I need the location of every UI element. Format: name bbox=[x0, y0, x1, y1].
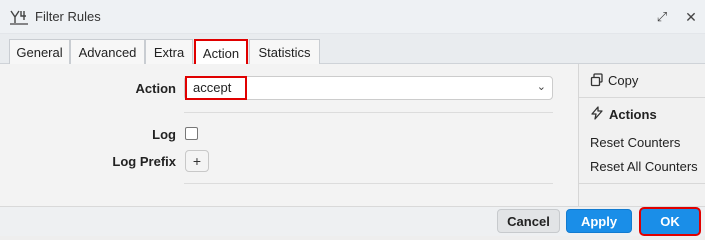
filter-rules-icon bbox=[10, 10, 28, 25]
tab-advanced-label: Advanced bbox=[78, 45, 137, 60]
tab-action[interactable]: Action bbox=[194, 39, 248, 66]
side-divider bbox=[579, 183, 705, 184]
tab-extra[interactable]: Extra bbox=[145, 39, 193, 65]
cancel-button[interactable]: Cancel bbox=[497, 209, 560, 233]
log-label: Log bbox=[152, 127, 176, 142]
tab-extra-label: Extra bbox=[153, 45, 185, 60]
cancel-button-label: Cancel bbox=[507, 213, 550, 229]
apply-button-label: Apply bbox=[580, 213, 618, 229]
divider bbox=[184, 112, 553, 113]
log-prefix-label: Log Prefix bbox=[112, 154, 176, 169]
reset-all-counters-item[interactable]: Reset All Counters bbox=[590, 159, 698, 174]
reset-counters-item[interactable]: Reset Counters bbox=[590, 135, 680, 150]
chevron-down-icon: ⌄ bbox=[536, 81, 546, 93]
apply-button[interactable]: Apply bbox=[566, 209, 632, 233]
tab-bar: General Advanced Extra Action Statistics bbox=[0, 34, 705, 66]
log-checkbox[interactable] bbox=[185, 127, 198, 140]
actions-heading: Actions bbox=[609, 107, 657, 122]
tab-general-label: General bbox=[16, 45, 63, 60]
title-bar: Filter Rules ⤢ ✕ bbox=[0, 0, 705, 34]
close-icon[interactable]: ✕ bbox=[683, 9, 699, 25]
divider bbox=[184, 183, 553, 184]
tab-action-label: Action bbox=[202, 45, 240, 61]
tab-general[interactable]: General bbox=[9, 39, 70, 65]
tab-statistics-label: Statistics bbox=[258, 45, 311, 60]
side-divider bbox=[579, 97, 705, 98]
copy-button[interactable]: Copy bbox=[608, 73, 638, 88]
tab-statistics[interactable]: Statistics bbox=[249, 39, 320, 65]
lightning-icon bbox=[591, 106, 603, 120]
restore-icon[interactable]: ⤢ bbox=[654, 9, 670, 25]
add-log-prefix-button[interactable]: + bbox=[185, 150, 209, 172]
action-select[interactable]: accept ⌄ bbox=[184, 76, 553, 100]
action-label: Action bbox=[135, 81, 176, 96]
copy-icon bbox=[590, 73, 603, 87]
window-title: Filter Rules bbox=[35, 9, 101, 24]
ok-button[interactable]: OK bbox=[639, 207, 701, 236]
action-select-value: accept bbox=[185, 76, 247, 100]
plus-icon: + bbox=[192, 153, 202, 169]
tab-advanced[interactable]: Advanced bbox=[70, 39, 145, 65]
ok-button-label: OK bbox=[660, 214, 680, 229]
